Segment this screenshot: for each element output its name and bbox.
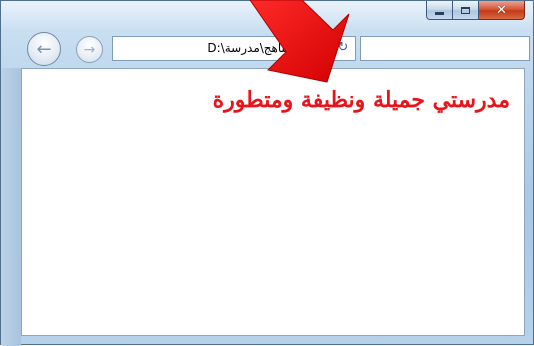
address-text[interactable]: D:\ع ثانية\مناهج\مدرسة: [207, 41, 327, 55]
back-button[interactable]: ←: [27, 32, 61, 66]
forward-arrow-icon: →: [83, 41, 96, 58]
minimize-button[interactable]: [426, 1, 453, 20]
maximize-icon: [461, 6, 470, 14]
minimize-icon: [435, 11, 444, 15]
caption-buttons: ✕: [426, 1, 525, 21]
back-arrow-icon: ←: [36, 38, 52, 60]
browser-window: ✕ ← → D:\ع ثانية\مناهج\مدرسة ↻ مدرستي جم…: [0, 0, 534, 346]
close-button[interactable]: ✕: [479, 1, 525, 20]
address-bar[interactable]: D:\ع ثانية\مناهج\مدرسة ↻: [112, 36, 356, 61]
forward-button[interactable]: →: [76, 36, 103, 63]
page-heading: مدرستي جميلة ونظيفة ومتطورة: [212, 87, 510, 113]
window-frame-left: [1, 68, 21, 346]
maximize-button[interactable]: [453, 1, 479, 20]
page-viewport: مدرستي جميلة ونظيفة ومتطورة: [21, 68, 525, 336]
refresh-icon[interactable]: ↻: [335, 40, 351, 56]
close-icon: ✕: [496, 2, 507, 18]
search-input[interactable]: [360, 36, 530, 61]
